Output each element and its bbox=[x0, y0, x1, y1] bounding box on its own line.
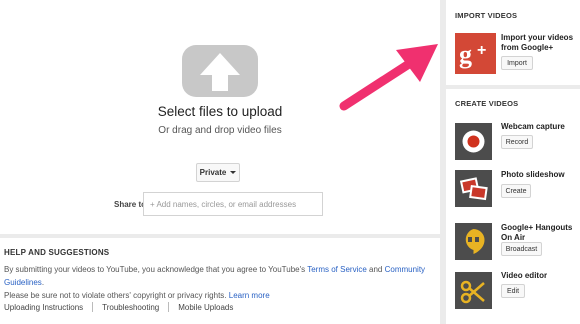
divider bbox=[168, 302, 170, 312]
help-text-period: . bbox=[41, 278, 45, 287]
upload-subtitle: Or drag and drop video files bbox=[158, 125, 282, 136]
uploading-instructions-link[interactable]: Uploading Instructions bbox=[4, 303, 83, 312]
chevron-down-icon bbox=[230, 171, 237, 174]
edit-button[interactable]: Edit bbox=[501, 284, 525, 298]
svg-text:g: g bbox=[459, 40, 472, 69]
create-panel: CREATE VIDEOS Webcam capture Record Phot… bbox=[446, 89, 580, 324]
record-button[interactable]: Record bbox=[501, 135, 533, 149]
scissors-icon[interactable] bbox=[455, 272, 492, 309]
hangouts-icon[interactable] bbox=[455, 223, 492, 260]
divider bbox=[92, 302, 94, 312]
photos-icon[interactable] bbox=[455, 170, 492, 207]
create-item-title: Webcam capture bbox=[501, 122, 565, 131]
upload-arrow-icon[interactable] bbox=[182, 45, 258, 97]
upload-panel: Select files to upload Or drag and drop … bbox=[0, 0, 440, 234]
create-heading: CREATE VIDEOS bbox=[455, 99, 519, 108]
create-item-title: Video editor bbox=[501, 271, 548, 280]
privacy-dropdown[interactable]: Private bbox=[196, 163, 240, 182]
help-text-and: and bbox=[366, 265, 385, 274]
help-text: By submitting your videos to YouTube, yo… bbox=[4, 263, 436, 302]
learn-more-link[interactable]: Learn more bbox=[229, 291, 270, 300]
help-text-line2: Please be sure not to violate others' co… bbox=[4, 291, 229, 300]
import-title: Import your videos from Google+ bbox=[501, 33, 574, 52]
pointer-arrow-icon bbox=[339, 44, 438, 111]
import-heading: IMPORT VIDEOS bbox=[455, 11, 518, 20]
create-slideshow-button[interactable]: Create bbox=[501, 184, 531, 198]
google-plus-icon[interactable]: g + bbox=[455, 33, 496, 74]
record-icon[interactable] bbox=[455, 123, 492, 160]
help-heading: HELP AND SUGGESTIONS bbox=[4, 248, 110, 257]
privacy-dropdown-label: Private bbox=[199, 168, 227, 177]
create-item-title: Google+ Hangouts On Air bbox=[501, 223, 573, 242]
share-input[interactable] bbox=[143, 192, 323, 216]
broadcast-button[interactable]: Broadcast bbox=[501, 242, 542, 256]
terms-link[interactable]: Terms of Service bbox=[307, 265, 367, 274]
troubleshooting-link[interactable]: Troubleshooting bbox=[102, 303, 159, 312]
svg-text:+: + bbox=[477, 42, 486, 59]
help-text-part1: By submitting your videos to YouTube, yo… bbox=[4, 265, 308, 274]
import-button[interactable]: Import bbox=[501, 56, 533, 70]
help-links: Uploading Instructions Troubleshooting M… bbox=[4, 302, 233, 312]
help-panel: HELP AND SUGGESTIONS By submitting your … bbox=[0, 238, 440, 324]
create-item-title: Photo slideshow bbox=[501, 170, 565, 179]
mobile-uploads-link[interactable]: Mobile Uploads bbox=[178, 303, 233, 312]
import-panel: IMPORT VIDEOS g + Import your videos fro… bbox=[446, 0, 580, 85]
